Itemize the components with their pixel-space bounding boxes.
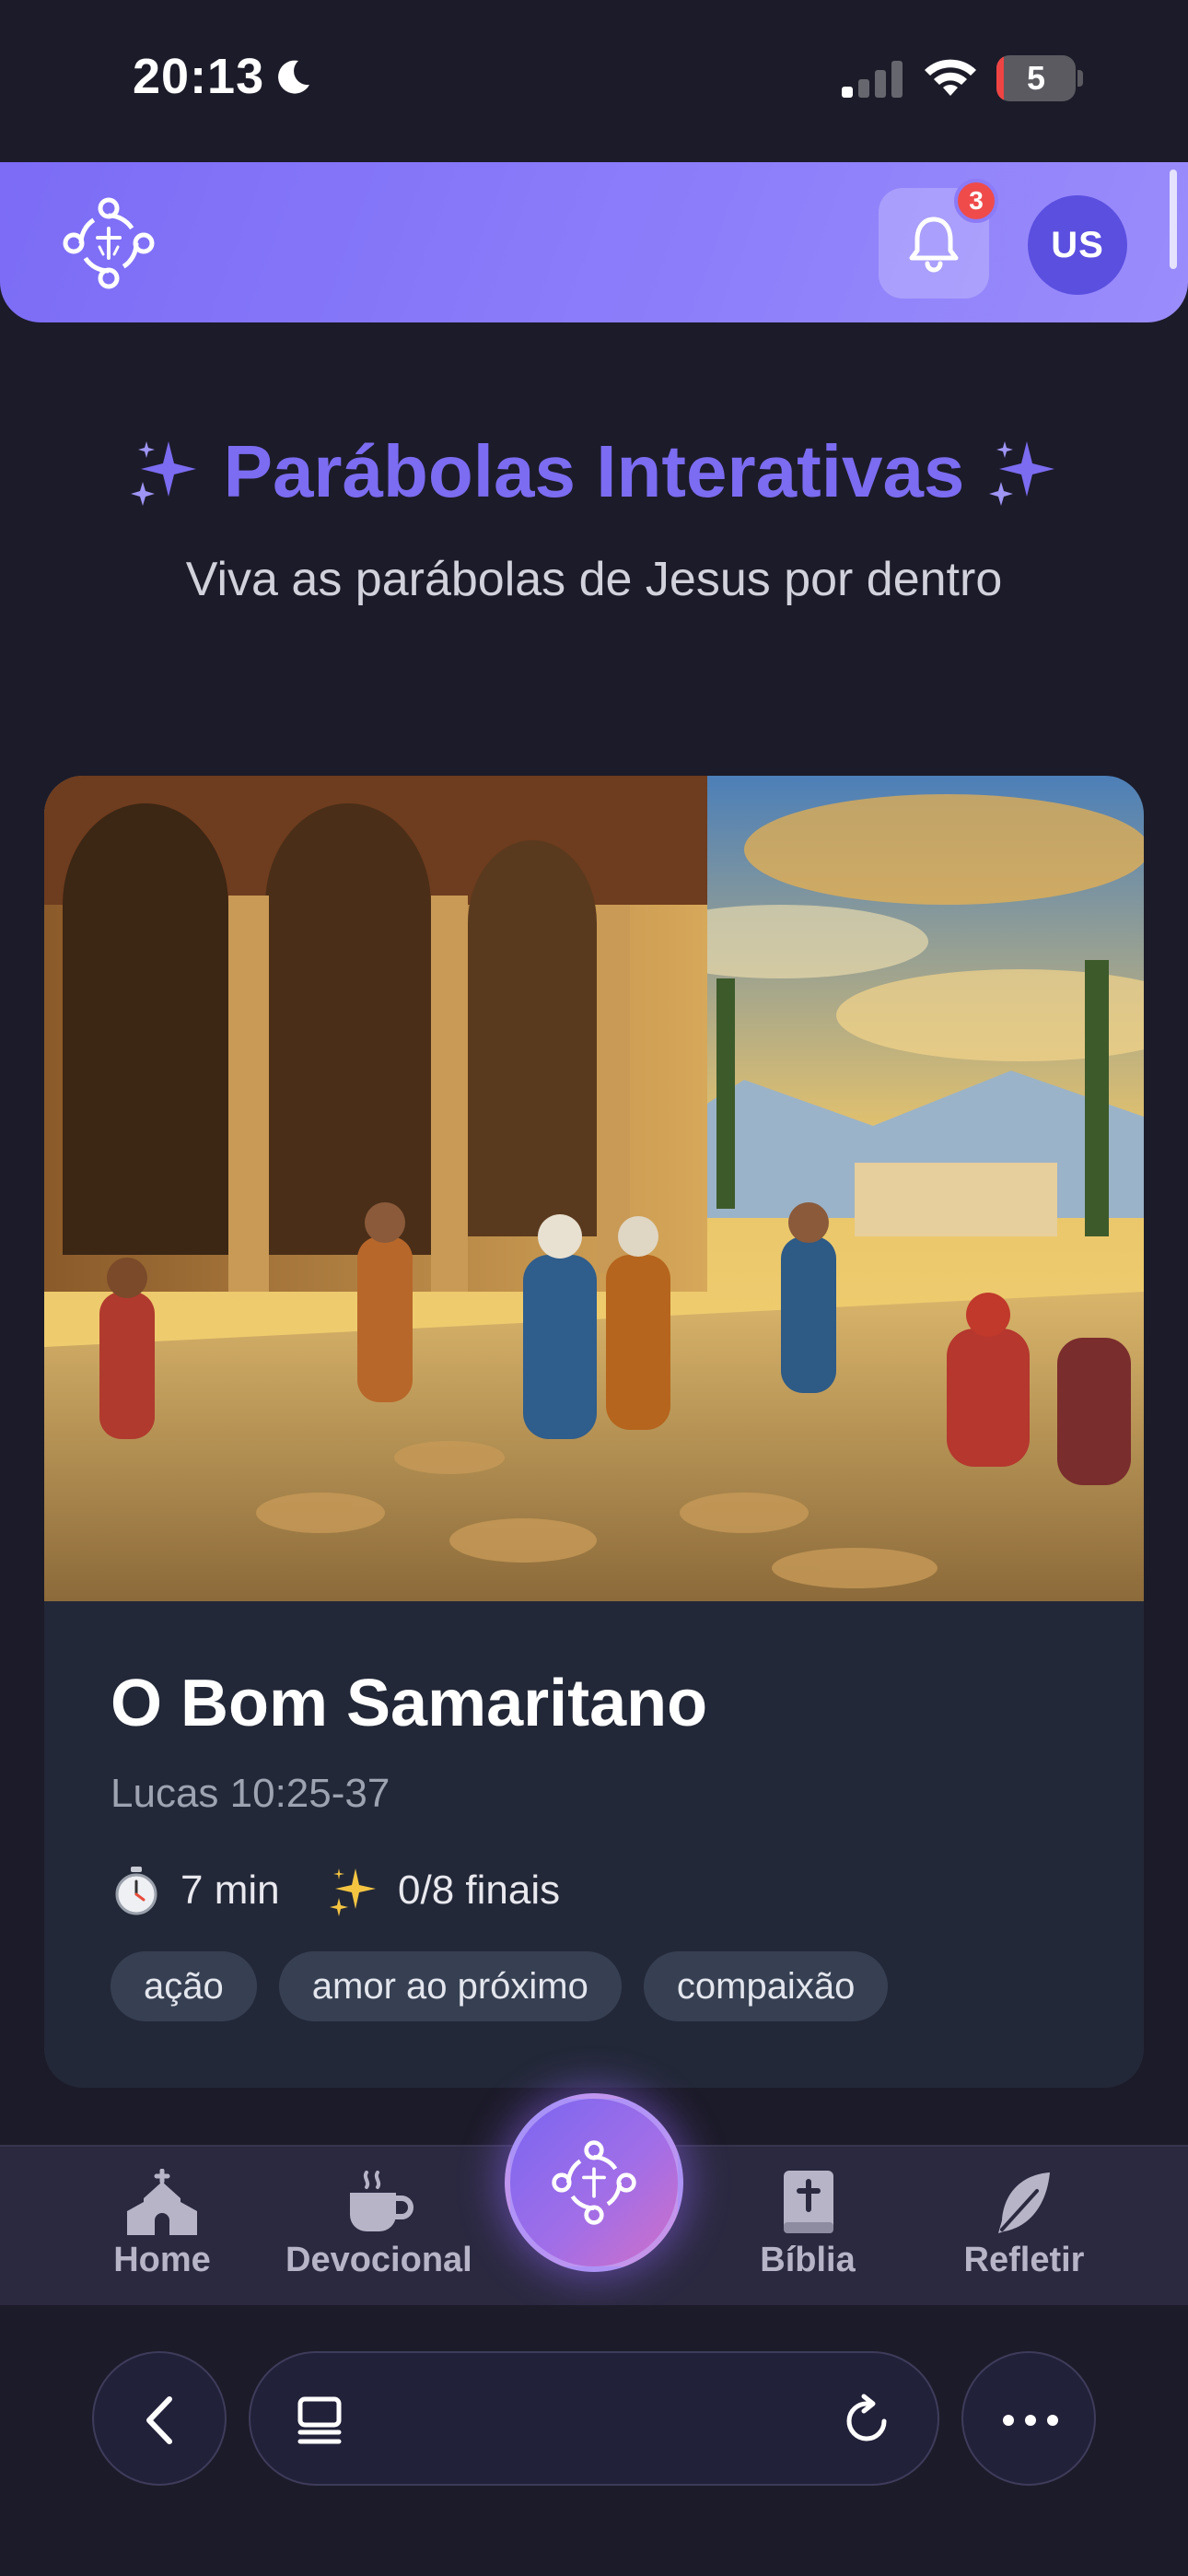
parable-endings: 0/8 finais <box>328 1861 560 1920</box>
app-logo-icon[interactable] <box>61 195 157 291</box>
reload-icon[interactable] <box>840 2394 893 2447</box>
parable-card[interactable]: O Bom Samaritano Lucas 10:25-37 7 min 0/… <box>44 776 1144 2088</box>
wifi-icon <box>925 59 976 96</box>
nav-label: Home <box>113 2241 211 2279</box>
parable-duration: 7 min <box>111 1861 280 1920</box>
app-header: 3 US <box>0 162 1188 322</box>
cellular-signal-icon <box>842 61 903 98</box>
church-icon <box>127 2169 197 2235</box>
center-action-button[interactable] <box>505 2093 683 2272</box>
parable-reference: Lucas 10:25-37 <box>111 1771 390 1816</box>
more-button[interactable] <box>961 2351 1096 2486</box>
nav-item-biblia[interactable]: Bíblia <box>748 2147 868 2307</box>
stopwatch-icon <box>115 1867 157 1915</box>
page-title: Parábolas Interativas <box>0 426 1188 518</box>
parable-endings-text: 0/8 finais <box>398 1868 561 1913</box>
address-bar[interactable] <box>249 2351 939 2486</box>
parable-duration-text: 7 min <box>181 1868 280 1913</box>
battery-icon: 5 <box>996 55 1083 101</box>
user-avatar[interactable]: US <box>1028 195 1127 295</box>
page-title-text: Parábolas Interativas <box>223 430 965 512</box>
coffee-cup-icon <box>350 2171 413 2231</box>
tag[interactable]: compaixão <box>643 1951 889 2021</box>
moon-icon <box>278 60 309 94</box>
status-time: 20:13 <box>133 49 265 104</box>
sparkles-icon <box>989 440 1055 506</box>
notification-badge: 3 <box>954 179 998 223</box>
home-indicator <box>405 2547 783 2559</box>
feather-icon <box>998 2172 1050 2233</box>
sparkles-icon <box>330 1868 376 1916</box>
nav-item-devocional[interactable]: Devocional <box>285 2147 472 2307</box>
more-icon <box>1003 2415 1058 2426</box>
nav-label: Refletir <box>963 2241 1085 2279</box>
nav-item-home[interactable]: Home <box>98 2147 227 2307</box>
scrollbar[interactable] <box>1170 170 1177 269</box>
nav-label: Devocional <box>285 2241 472 2279</box>
bible-icon <box>784 2171 833 2233</box>
nav-label: Bíblia <box>760 2241 856 2279</box>
browser-toolbar <box>0 2305 1188 2576</box>
parable-illustration <box>44 776 1144 1601</box>
app-logo-icon <box>552 2140 636 2225</box>
tabs-icon[interactable] <box>295 2395 344 2445</box>
parable-tags: ação amor ao próximo compaixão <box>111 1951 889 2021</box>
status-bar: 20:13 5 <box>0 0 1188 162</box>
nav-item-refletir[interactable]: Refletir <box>958 2147 1090 2307</box>
bell-icon <box>909 217 959 273</box>
back-button[interactable] <box>92 2351 227 2486</box>
back-icon <box>146 2396 172 2444</box>
tag[interactable]: ação <box>111 1951 257 2021</box>
battery-level: 5 <box>1026 59 1046 97</box>
sparkles-icon <box>130 440 196 506</box>
tag[interactable]: amor ao próximo <box>278 1951 622 2021</box>
page-subtitle: Viva as parábolas de Jesus por dentro <box>185 553 1003 606</box>
parable-title: O Bom Samaritano <box>111 1667 708 1740</box>
app-screen: 20:13 5 3 US Parábolas Interativas Viva … <box>0 0 1188 2576</box>
